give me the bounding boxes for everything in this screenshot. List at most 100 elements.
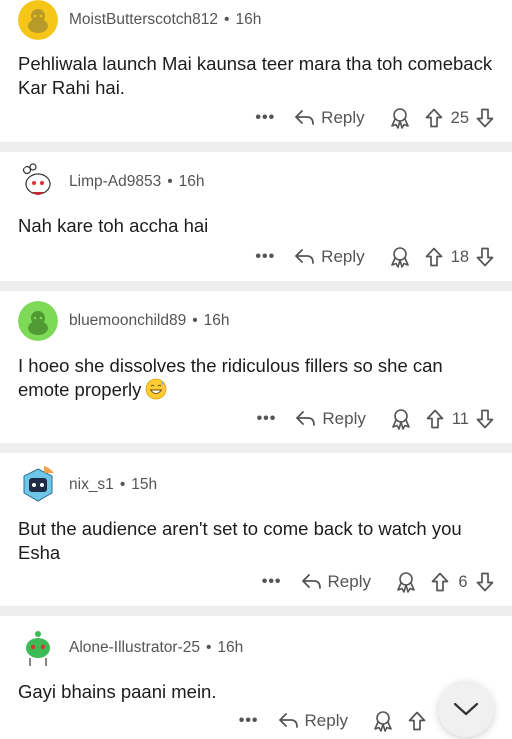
more-options-button[interactable]: ••• — [257, 410, 277, 428]
reply-arrow-icon — [301, 574, 321, 589]
username[interactable]: nix_s1 — [69, 476, 114, 494]
comment-text: Gayi bhains paani mein. — [18, 681, 217, 702]
timestamp: 16h — [217, 639, 244, 656]
avatar[interactable] — [18, 465, 58, 505]
award-icon — [397, 572, 415, 593]
scroll-next-button[interactable] — [438, 681, 494, 737]
reply-button[interactable]: Reply — [278, 711, 348, 731]
reply-label: Reply — [321, 108, 365, 127]
reply-arrow-icon — [295, 110, 315, 125]
award-icon — [374, 711, 392, 732]
comment-header: nix_s1 • 15h — [18, 465, 157, 505]
upvote-arrow-icon — [426, 409, 444, 429]
vote-count: 18 — [450, 247, 469, 266]
chevron-down-icon — [453, 702, 479, 716]
award-button[interactable] — [389, 107, 411, 129]
award-button[interactable] — [390, 408, 412, 430]
comment-text: I hoeo she dissolves the ridiculous fill… — [18, 355, 443, 400]
comment-actions: ••• Reply 11 — [257, 404, 494, 434]
avatar[interactable] — [18, 162, 58, 202]
timestamp: 15h — [131, 476, 158, 493]
avatar[interactable] — [18, 301, 58, 341]
downvote-arrow-icon — [476, 572, 494, 592]
more-options-button[interactable]: ••• — [262, 573, 282, 591]
comment-5: Alone-Illustrator-25 • 16h Gayi bhains p… — [0, 616, 512, 739]
reply-label: Reply — [321, 247, 365, 266]
comment-divider — [0, 142, 512, 152]
avatar[interactable] — [18, 628, 58, 668]
separator-dot: • — [205, 639, 212, 656]
comment-divider — [0, 281, 512, 291]
reply-button[interactable]: Reply — [295, 108, 365, 128]
separator-dot: • — [224, 11, 230, 28]
username[interactable]: Alone-Illustrator-25 — [69, 639, 200, 657]
downvote-arrow-icon — [476, 247, 494, 267]
reply-button[interactable]: Reply — [295, 247, 365, 267]
comment-3: bluemoonchild89 • 16h I hoeo she dissolv… — [0, 291, 512, 443]
upvote-button[interactable] — [426, 409, 444, 429]
comment-2: Limp-Ad9853 • 16h Nah kare toh accha hai… — [0, 152, 512, 281]
comment-text: Pehliwala launch Mai kaunsa teer mara th… — [18, 53, 493, 98]
comment-actions: ••• Reply 25 — [255, 103, 494, 133]
reply-arrow-icon — [278, 713, 298, 728]
comment-divider — [0, 443, 512, 453]
upvote-button[interactable] — [431, 572, 449, 592]
separator-dot: • — [119, 476, 126, 493]
comment-text: Nah kare toh accha hai — [18, 215, 209, 236]
username[interactable]: Limp-Ad9853 — [69, 173, 161, 191]
timestamp: 16h — [203, 312, 230, 329]
downvote-arrow-icon — [476, 108, 494, 128]
award-button[interactable] — [372, 710, 394, 732]
reply-arrow-icon — [295, 249, 315, 264]
grinning-sweat-emoji-icon — [145, 378, 167, 400]
separator-dot: • — [167, 173, 173, 190]
upvote-arrow-icon — [425, 247, 442, 267]
comment-header: Limp-Ad9853 • 16h — [18, 162, 205, 202]
downvote-button[interactable] — [476, 409, 494, 429]
award-icon — [390, 247, 409, 268]
award-button[interactable] — [395, 571, 417, 593]
award-icon — [390, 108, 409, 129]
comment-body: I hoeo she dissolves the ridiculous fill… — [18, 354, 494, 402]
username[interactable]: MoistButterscotch812 — [69, 11, 218, 29]
separator-dot: • — [192, 312, 198, 329]
upvote-button[interactable] — [425, 247, 443, 267]
downvote-button[interactable] — [476, 108, 494, 128]
comment-divider — [0, 606, 512, 616]
more-options-button[interactable]: ••• — [255, 109, 275, 127]
reply-button[interactable]: Reply — [296, 409, 366, 429]
comment-1: MoistButterscotch812 • 16h Pehliwala lau… — [0, 0, 512, 142]
upvote-button[interactable] — [425, 108, 443, 128]
reply-label: Reply — [322, 409, 366, 428]
reply-label: Reply — [304, 711, 348, 730]
avatar[interactable] — [18, 0, 58, 40]
comment-header: bluemoonchild89 • 16h — [18, 301, 230, 341]
downvote-button[interactable] — [476, 572, 494, 592]
timestamp: 16h — [178, 173, 205, 190]
username[interactable]: bluemoonchild89 — [69, 312, 186, 330]
award-button[interactable] — [389, 246, 411, 268]
more-options-button[interactable]: ••• — [239, 712, 259, 730]
timestamp: 16h — [235, 11, 262, 28]
more-options-button[interactable]: ••• — [255, 248, 275, 266]
upvote-arrow-icon — [431, 572, 449, 592]
comment-4: nix_s1 • 15h But the audience aren't set… — [0, 453, 512, 606]
reply-arrow-icon — [296, 411, 316, 426]
comment-actions: ••• Reply — [239, 706, 426, 736]
upvote-button[interactable] — [408, 711, 426, 731]
comment-actions: ••• Reply 18 — [255, 242, 494, 272]
reply-button[interactable]: Reply — [301, 572, 371, 592]
downvote-arrow-icon — [476, 409, 494, 429]
vote-count: 11 — [451, 409, 469, 428]
award-icon — [392, 409, 410, 430]
downvote-button[interactable] — [476, 247, 494, 267]
comment-text: But the audience aren't set to come back… — [18, 518, 462, 563]
comment-header: MoistButterscotch812 • 16h — [18, 0, 261, 40]
upvote-arrow-icon — [425, 108, 442, 128]
vote-count: 25 — [450, 108, 469, 127]
vote-count: 6 — [458, 572, 468, 591]
upvote-arrow-icon — [408, 711, 426, 731]
reply-label: Reply — [327, 572, 371, 591]
comment-header: Alone-Illustrator-25 • 16h — [18, 628, 243, 668]
comment-actions: ••• Reply 6 — [262, 567, 494, 597]
